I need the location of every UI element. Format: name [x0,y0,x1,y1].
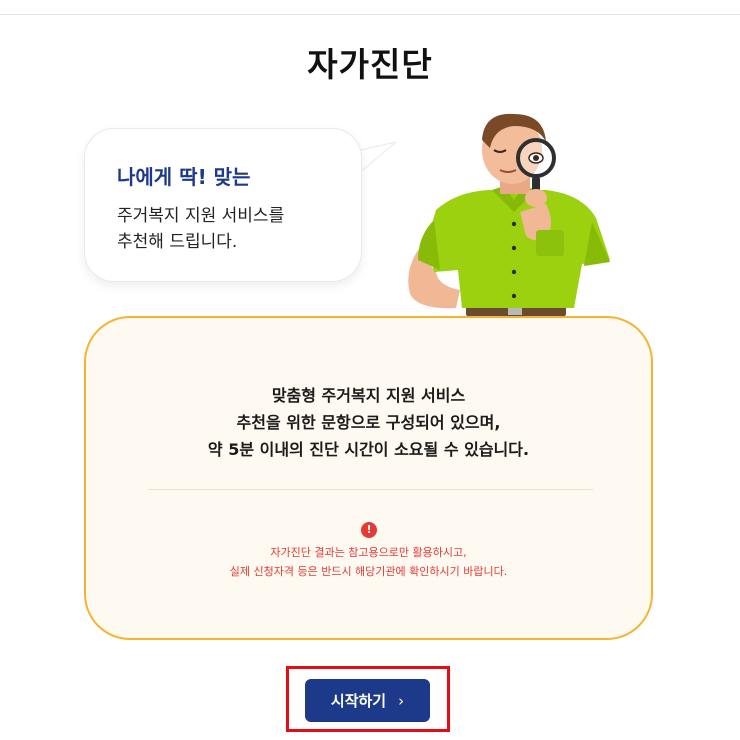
speech-bubble: 나에게 딱! 맞는 주거복지 지원 서비스를 추천해 드립니다. [84,128,362,282]
info-line: 추천을 위한 문항으로 구성되어 있으며, [236,413,501,432]
bubble-line: 주거복지 지원 서비스를 [117,206,285,226]
info-note: 자가진단 결과는 참고용으로만 활용하시고, 실제 신청자격 등은 반드시 해당… [86,543,651,581]
bubble-text: 주거복지 지원 서비스를 추천해 드립니다. [117,203,284,255]
info-line: 맞춤형 주거복지 지원 서비스 [271,386,466,405]
man-with-magnifying-glass-illustration [408,113,610,316]
bubble-line: 추천해 드립니다. [117,232,238,252]
top-divider [0,14,740,15]
info-box: 맞춤형 주거복지 지원 서비스 추천을 위한 문항으로 구성되어 있으며, 약 … [84,316,653,640]
page-title: 자가진단 [307,45,433,84]
info-description: 맞춤형 주거복지 지원 서비스 추천을 위한 문항으로 구성되어 있으며, 약 … [86,382,651,463]
warning-icon: ! [361,522,377,538]
info-line: 약 5분 이내의 진단 시간이 소요될 수 있습니다. [207,440,530,459]
info-divider [148,489,593,490]
note-line: 자가진단 결과는 참고용으로만 활용하시고, [270,546,467,559]
start-button[interactable]: 시작하기 › [305,679,430,722]
bubble-heading: 나에게 딱! 맞는 [117,165,251,189]
start-button-label: 시작하기 [330,692,387,710]
chevron-right-icon: › [398,691,405,710]
note-line: 실제 신청자격 등은 반드시 해당기관에 확인하시기 바랍니다. [229,565,508,578]
